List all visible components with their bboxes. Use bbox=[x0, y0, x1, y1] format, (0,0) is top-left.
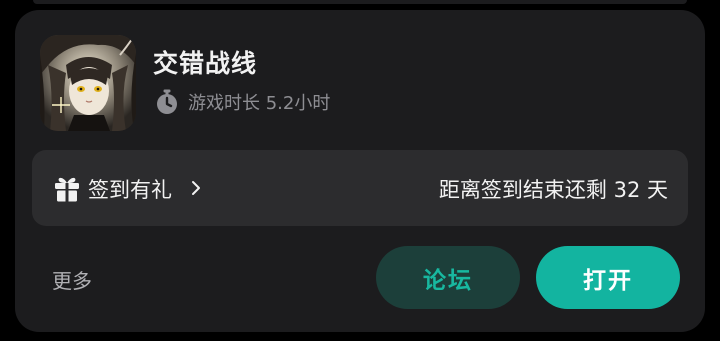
forum-button[interactable]: 论坛 bbox=[376, 246, 520, 309]
checkin-bar[interactable]: 签到有礼 距离签到结束还剩 32 天 bbox=[32, 150, 688, 226]
game-title: 交错战线 bbox=[153, 49, 258, 78]
open-button[interactable]: 打开 bbox=[536, 246, 680, 309]
checkin-label: 签到有礼 bbox=[88, 178, 172, 202]
more-button[interactable]: 更多 bbox=[52, 265, 92, 294]
game-card: 交错战线 游戏时长 5.2小时 签到有礼 距离签到结束还剩 32 天 更多 论坛… bbox=[15, 10, 705, 332]
previous-card-edge bbox=[33, 0, 687, 4]
playtime-row: 游戏时长 5.2小时 bbox=[155, 89, 330, 115]
game-icon[interactable] bbox=[40, 35, 136, 131]
stopwatch-icon bbox=[157, 89, 177, 114]
playtime-text: 游戏时长 5.2小时 bbox=[188, 93, 331, 114]
checkin-countdown: 距离签到结束还剩 32 天 bbox=[438, 178, 668, 202]
chevron-right-icon bbox=[192, 181, 200, 195]
gift-icon bbox=[55, 177, 79, 202]
